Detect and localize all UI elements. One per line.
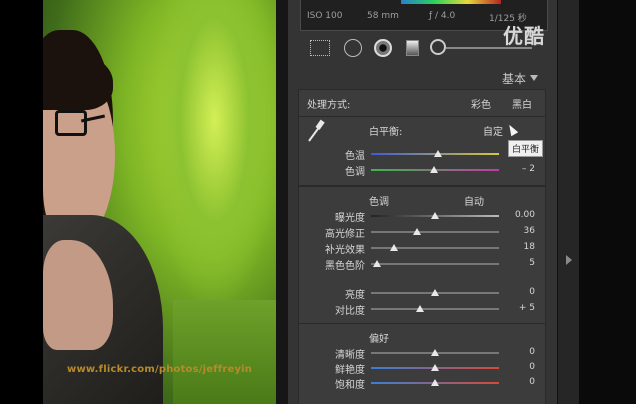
eyedropper-icon[interactable] [306, 118, 326, 144]
bright-foliage [153, 0, 276, 300]
exif-aperture: ƒ / 4.0 [429, 11, 456, 21]
spot-removal-icon[interactable] [344, 39, 362, 57]
right-panel-edge [557, 0, 580, 404]
slider-label: 色调 [345, 167, 365, 178]
slider-label: 曝光度 [335, 213, 365, 224]
slider-thumb[interactable] [431, 379, 439, 386]
crop-icon[interactable] [310, 40, 330, 56]
collapse-triangle-icon[interactable] [530, 75, 538, 81]
slider-label: 对比度 [335, 306, 365, 317]
slider-value[interactable]: 0.00 [505, 210, 535, 220]
slider-thumb[interactable] [373, 260, 382, 267]
lightroom-develop-window: www.flickr.com/photos/jeffreyin ISO 100 … [0, 0, 636, 404]
panel-divider [276, 0, 288, 404]
slider-thumb[interactable] [390, 244, 399, 251]
slider-value[interactable]: 5 [505, 258, 535, 268]
watermark-text: www.flickr.com/photos/jeffreyin [67, 364, 253, 375]
fringe [43, 55, 113, 110]
slider-value[interactable]: 0 [505, 287, 535, 297]
slider-label: 黑色色阶 [325, 261, 365, 272]
basic-section-title: 基本 [501, 72, 526, 86]
slider-label: 亮度 [345, 290, 365, 301]
treatment-row: 处理方式: 彩色 黑白 [298, 89, 546, 117]
slider-label: 高光修正 [325, 229, 365, 240]
slider-label: 补光效果 [325, 245, 365, 256]
tone-title: 色调 [369, 197, 389, 208]
slider-value[interactable]: – 2 [505, 164, 535, 174]
slider-track[interactable] [371, 308, 499, 310]
slider-thumb[interactable] [433, 150, 442, 157]
slider-label: 鲜艳度 [335, 365, 365, 376]
exif-iso: ISO 100 [307, 11, 343, 21]
graduated-filter-icon[interactable] [406, 40, 419, 56]
slider-label: 清晰度 [335, 350, 365, 361]
slider-thumb[interactable] [431, 289, 439, 296]
slider-value[interactable]: 0 [505, 347, 535, 357]
slider-label: 色温 [345, 151, 365, 162]
basic-section-header[interactable]: 基本 [300, 68, 546, 88]
wb-label: 白平衡: [369, 127, 403, 138]
slider-value[interactable]: 0 [505, 377, 535, 387]
slider-thumb[interactable] [413, 228, 422, 235]
youku-logo: 优酷 [503, 24, 545, 48]
tone-group: 色调 自动 曝光度 0.00 高光修正 36 补光效果 18 黑色色阶 5 亮度 0 对比度 + 5 [298, 186, 546, 324]
red-eye-icon[interactable] [374, 39, 392, 57]
presence-title: 偏好 [369, 334, 389, 345]
tone-auto-button[interactable]: 自动 [464, 193, 484, 208]
slider-thumb[interactable] [429, 166, 438, 173]
slider-thumb[interactable] [431, 212, 439, 219]
slider-thumb[interactable] [431, 349, 439, 356]
slider-value[interactable]: 0 [505, 362, 535, 372]
presence-group: 偏好 清晰度 0 鲜艳度 0 饱和度 0 [298, 323, 546, 404]
glasses-left-lens [55, 110, 87, 136]
histogram-color-bar [401, 0, 501, 4]
slider-track[interactable] [371, 231, 499, 233]
slider-thumb[interactable] [415, 305, 424, 312]
treatment-color-button[interactable]: 彩色 [471, 96, 491, 111]
treatment-label: 处理方式: [307, 100, 351, 111]
photo-preview[interactable]: www.flickr.com/photos/jeffreyin [43, 0, 276, 404]
slider-value[interactable]: + 5 [505, 303, 535, 313]
brush-knob-icon [430, 39, 446, 55]
wb-preset-dropdown[interactable]: 自定 [483, 123, 503, 138]
grass [173, 300, 276, 404]
wb-tooltip: 白平衡 [508, 140, 544, 157]
exif-focal: 58 mm [367, 11, 399, 21]
slider-label: 饱和度 [335, 380, 365, 391]
slider-thumb[interactable] [431, 364, 439, 371]
slider-value[interactable]: 36 [505, 226, 535, 236]
slider-value[interactable]: 18 [505, 242, 535, 252]
treatment-bw-button[interactable]: 黑白 [512, 96, 532, 111]
expand-panel-arrow-icon[interactable] [566, 255, 572, 265]
slider-track[interactable] [371, 263, 499, 265]
develop-panel: ISO 100 58 mm ƒ / 4.0 1/125 秒 基本 处理方式: 彩… [288, 0, 557, 404]
window-margin [579, 0, 636, 404]
